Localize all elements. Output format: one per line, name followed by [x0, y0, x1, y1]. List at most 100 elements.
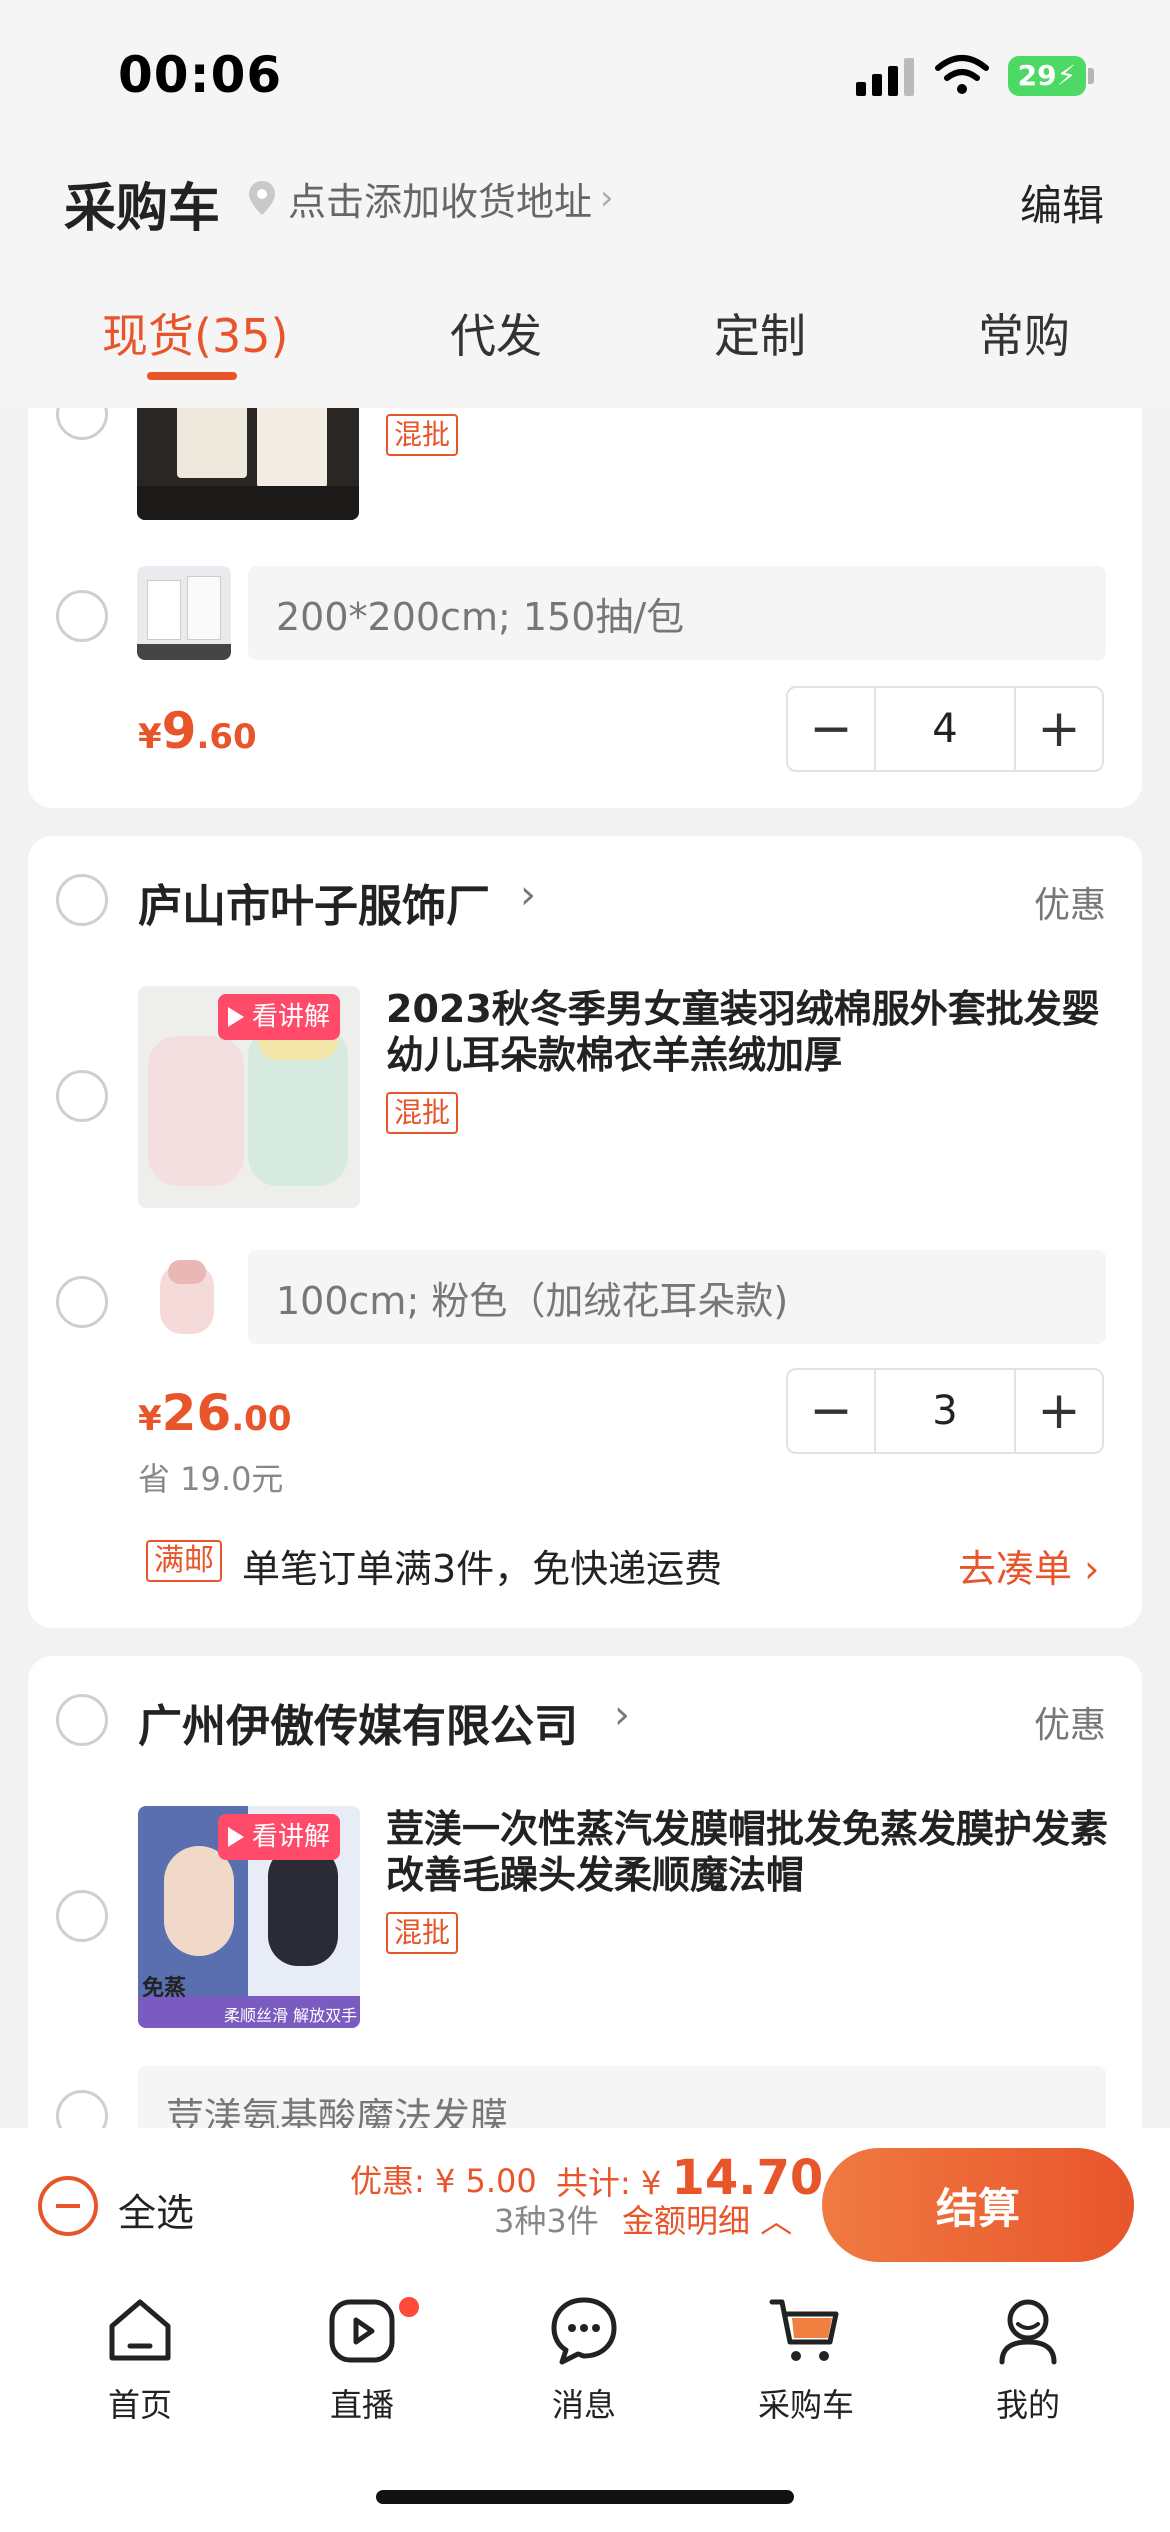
add-on-label: 去凑单	[958, 1547, 1073, 1591]
battery-cap	[1088, 68, 1094, 84]
nav-profile-label: 我的	[995, 2386, 1060, 2424]
live-play-icon	[329, 2299, 395, 2363]
sku-spec[interactable]: 200*200cm; 150抽/包	[248, 566, 1106, 660]
profile-icon	[999, 2299, 1057, 2365]
sku-thumbnail[interactable]	[138, 1250, 232, 1344]
nav-messages-label: 消息	[551, 2386, 616, 2424]
home-indicator	[376, 2490, 794, 2504]
top-area: 00:06 29⚡ 采购车 点击添加收货地址 › 编辑 现货(35) 代发 定制…	[0, 0, 1170, 408]
item-checkbox[interactable]	[56, 1890, 108, 1942]
nav-home-label: 首页	[107, 2386, 172, 2424]
badge-label: 看讲解	[252, 1822, 331, 1852]
decrement-button[interactable]: −	[788, 688, 874, 770]
chevron-right-icon: ›	[1084, 1547, 1100, 1591]
unit-price: ¥26.00	[138, 1384, 292, 1442]
sku-checkbox[interactable]	[56, 590, 108, 642]
free-shipping-tag: 满邮	[146, 1540, 222, 1582]
product-title[interactable]: 荳渼一次性蒸汽发膜帽批发免蒸发膜护发素改善毛躁头发柔顺魔法帽	[386, 1806, 1126, 1898]
tab-in-stock[interactable]: 现货(35)	[102, 300, 288, 366]
shop-card: 广州伊傲传媒有限公司 › 优惠 免蒸 柔顺丝滑 解放双手 看讲解 荳渼一次性蒸汽…	[28, 1656, 1142, 2128]
price-int: 26	[161, 1384, 232, 1442]
nav-profile[interactable]: 我的	[938, 2290, 1118, 2430]
sku-spec[interactable]: 100cm; 粉色（加绒花耳朵款)	[248, 1250, 1106, 1344]
product-title[interactable]: 2023秋冬季男女童装羽绒棉服外套批发婴幼儿耳朵款棉衣羊羔绒加厚	[386, 986, 1116, 1078]
address-prompt: 点击添加收货地址	[288, 179, 593, 224]
chevron-up-icon: ︿	[760, 2202, 793, 2240]
status-bar: 00:06 29⚡	[0, 0, 1170, 150]
item-count: 3种3件	[494, 2202, 599, 2240]
tab-indicator	[147, 372, 237, 380]
amount-detail-toggle[interactable]: 金额明细 ︿	[622, 2196, 792, 2242]
tab-custom[interactable]: 定制	[714, 300, 806, 366]
price-int: 9	[161, 702, 197, 760]
live-explain-badge[interactable]: 看讲解	[218, 994, 341, 1040]
quantity-value[interactable]: 3	[874, 1370, 1016, 1452]
price-currency: ¥	[138, 1399, 162, 1439]
signal-icon	[856, 56, 916, 96]
item-checkbox[interactable]	[56, 1070, 108, 1122]
address-link[interactable]: 点击添加收货地址 ›	[246, 174, 614, 224]
status-time: 00:06	[118, 46, 283, 104]
chevron-right-icon[interactable]: ›	[614, 1692, 630, 1738]
sku-spec[interactable]: 荳渼氨基酸魔法发膜	[138, 2066, 1106, 2128]
shop-checkbox[interactable]	[56, 1694, 108, 1746]
quantity-stepper: − 3 +	[786, 1368, 1104, 1454]
quantity-stepper: − 4 +	[786, 686, 1104, 772]
price-decimal: .60	[196, 717, 257, 757]
chevron-right-icon: ›	[600, 178, 614, 218]
sku-checkbox[interactable]	[56, 1276, 108, 1328]
thumb-caption-left: 免蒸	[142, 1976, 187, 2001]
message-icon	[551, 2297, 617, 2365]
decrement-button[interactable]: −	[788, 1370, 874, 1452]
nav-live[interactable]: 直播	[272, 2290, 452, 2430]
notification-dot	[396, 2294, 422, 2320]
shop-promo-link[interactable]: 优惠	[1034, 876, 1106, 928]
battery-level: 29	[1017, 59, 1057, 92]
battery-icon: 29⚡	[1008, 56, 1086, 96]
mixed-batch-tag: 混批	[386, 414, 459, 456]
cart-list[interactable]: 混批 200*200cm; 150抽/包 ¥9.60 − 4 + 庐山市叶子服饰…	[0, 408, 1170, 2128]
nav-cart-label: 采购车	[757, 2386, 854, 2424]
unit-price: ¥9.60	[138, 702, 257, 760]
edit-button[interactable]: 编辑	[1020, 172, 1104, 233]
select-all-label[interactable]: 全选	[118, 2182, 194, 2237]
wifi-icon	[935, 55, 989, 94]
shop-checkbox[interactable]	[56, 874, 108, 926]
amount-detail-label: 金额明细	[622, 2202, 751, 2240]
chevron-right-icon[interactable]: ›	[520, 872, 536, 918]
shipping-rule: 单笔订单满3件，免快递运费	[242, 1547, 723, 1591]
play-icon	[228, 1007, 244, 1027]
sku-checkbox[interactable]	[56, 2090, 108, 2128]
thumb-caption-right: 柔顺丝滑 解放双手	[224, 2006, 358, 2025]
add-on-link[interactable]: 去凑单 ›	[958, 1538, 1099, 1593]
sku-thumbnail[interactable]	[137, 566, 231, 660]
tab-dropship[interactable]: 代发	[450, 300, 542, 366]
checkout-button[interactable]: 结算	[822, 2148, 1134, 2262]
shop-name[interactable]: 广州伊傲传媒有限公司	[138, 1690, 578, 1754]
shop-promo-link[interactable]: 优惠	[1034, 1696, 1106, 1748]
nav-live-label: 直播	[329, 2386, 394, 2424]
nav-home[interactable]: 首页	[50, 2290, 230, 2430]
mixed-batch-tag: 混批	[386, 1092, 459, 1134]
shop-name[interactable]: 庐山市叶子服饰厂	[138, 870, 490, 934]
play-icon	[228, 1827, 244, 1847]
home-icon	[109, 2299, 171, 2361]
tab-frequent[interactable]: 常购	[978, 300, 1070, 366]
quantity-value[interactable]: 4	[874, 688, 1016, 770]
select-all-checkbox[interactable]	[38, 2176, 98, 2236]
price-currency: ¥	[138, 717, 162, 757]
price-decimal: .00	[231, 1399, 292, 1439]
location-pin-icon	[249, 181, 275, 215]
item-checkbox[interactable]	[56, 408, 108, 440]
cart-card: 混批 200*200cm; 150抽/包 ¥9.60 − 4 +	[28, 408, 1142, 808]
product-image[interactable]	[137, 408, 359, 520]
increment-button[interactable]: +	[1016, 1370, 1102, 1452]
nav-messages[interactable]: 消息	[494, 2290, 674, 2430]
cart-icon	[769, 2299, 839, 2361]
nav-cart[interactable]: 采购车	[716, 2290, 896, 2430]
page-title: 采购车	[64, 179, 221, 239]
saved-amount: 省 19.0元	[138, 1460, 284, 1498]
tab-bar: 现货(35) 代发 定制 常购	[0, 290, 1170, 408]
increment-button[interactable]: +	[1016, 688, 1102, 770]
live-explain-badge[interactable]: 看讲解	[218, 1814, 341, 1860]
